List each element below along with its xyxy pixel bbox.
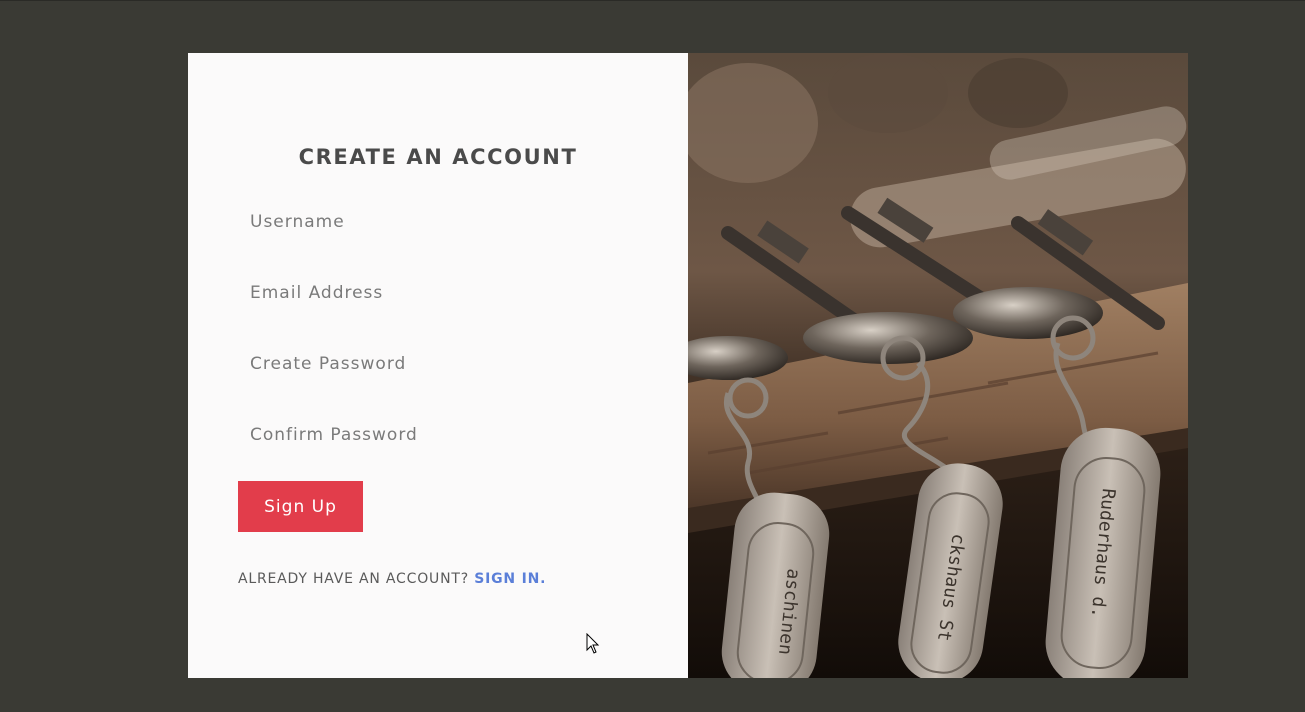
signin-prompt-text: ALREADY HAVE AN ACCOUNT?	[238, 571, 469, 587]
keys-photo: aschinen ckshaus St Ruderhaus d.	[688, 53, 1188, 678]
email-input[interactable]	[238, 273, 638, 313]
form-title: CREATE AN ACCOUNT	[298, 145, 578, 169]
top-border	[0, 0, 1305, 1]
signin-prompt-line: ALREADY HAVE AN ACCOUNT? SIGN IN.	[238, 571, 546, 587]
signup-card: CREATE AN ACCOUNT Sign Up ALREADY HAVE A…	[188, 53, 1188, 678]
username-input[interactable]	[238, 202, 638, 242]
sign-in-link[interactable]: SIGN IN.	[474, 571, 546, 587]
confirm-password-input[interactable]	[238, 415, 638, 455]
create-password-input[interactable]	[238, 344, 638, 384]
mouse-cursor-icon	[586, 633, 600, 654]
signup-form-panel: CREATE AN ACCOUNT Sign Up ALREADY HAVE A…	[188, 53, 688, 678]
sign-up-button[interactable]: Sign Up	[238, 481, 363, 532]
keys-illustration: aschinen ckshaus St Ruderhaus d.	[688, 53, 1188, 678]
